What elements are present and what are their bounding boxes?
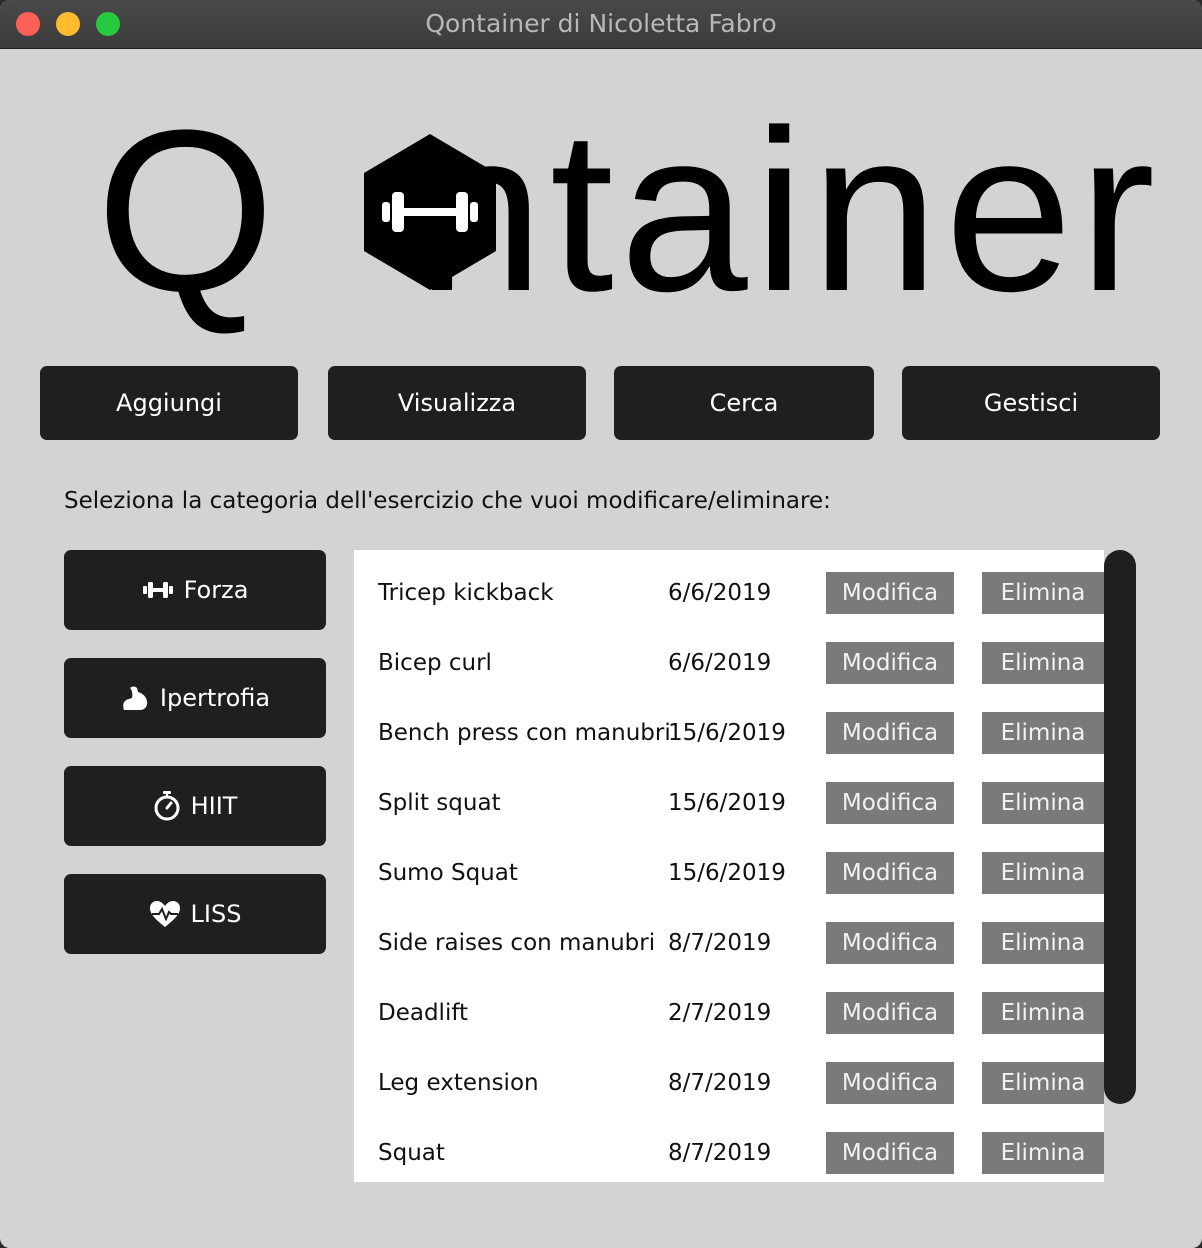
logo-wordmark: Qntainer — [96, 96, 1161, 326]
exercise-name: Squat — [378, 1140, 445, 1166]
exercise-date: 8/7/2019 — [668, 1070, 772, 1096]
table-row: Squat 8/7/2019 Modifica Elimina — [354, 1118, 1104, 1182]
delete-button[interactable]: Elimina — [982, 1062, 1104, 1104]
exercise-date: 15/6/2019 — [668, 860, 786, 886]
exercise-name: Bench press con manubri — [378, 720, 671, 746]
view-button[interactable]: Visualizza — [328, 366, 586, 440]
exercise-name: Sumo Squat — [378, 860, 518, 886]
category-label: LISS — [190, 900, 242, 928]
hexagon-dumbbell-icon — [364, 134, 496, 290]
logo-letter-q: Q — [96, 82, 281, 339]
dumbbell-icon — [142, 582, 173, 598]
table-row: Bench press con manubri 15/6/2019 Modifica… — [354, 698, 1104, 768]
exercise-list: Tricep kickback 6/6/2019 Modifica Elimina Bi… — [354, 550, 1104, 1182]
delete-button[interactable]: Elimina — [982, 1132, 1104, 1174]
edit-button[interactable]: Modifica — [826, 572, 954, 614]
exercise-name: Side raises con manubri — [378, 930, 656, 956]
exercise-name: Tricep kickback — [378, 580, 554, 606]
edit-button[interactable]: Modifica — [826, 852, 954, 894]
category-label: HIIT — [190, 792, 238, 820]
add-button[interactable]: Aggiungi — [40, 366, 298, 440]
table-row: Deadlift 2/7/2019 Modifica Elimina — [354, 978, 1104, 1048]
qontainer-logo: Qntainer — [96, 96, 1155, 326]
exercise-name: Split squat — [378, 790, 501, 816]
edit-button[interactable]: Modifica — [826, 922, 954, 964]
edit-button[interactable]: Modifica — [826, 992, 954, 1034]
exercise-date: 15/6/2019 — [668, 720, 786, 746]
flexed-arm-icon — [123, 686, 148, 710]
edit-button[interactable]: Modifica — [826, 712, 954, 754]
category-liss-button[interactable]: LISS — [64, 874, 326, 954]
logo-letters-ntainer: ntainer — [415, 82, 1162, 339]
delete-button[interactable]: Elimina — [982, 992, 1104, 1034]
category-forza-button[interactable]: Forza — [64, 550, 326, 630]
edit-button[interactable]: Modifica — [826, 1062, 954, 1104]
exercise-name: Bicep curl — [378, 650, 492, 676]
heart-pulse-icon — [149, 901, 180, 927]
exercise-date: 8/7/2019 — [668, 930, 772, 956]
instruction-text: Seleziona la categoria dell'esercizio ch… — [64, 488, 831, 514]
edit-button[interactable]: Modifica — [826, 782, 954, 824]
category-label: Ipertrofia — [159, 684, 271, 712]
app-window: Qontainer di Nicoletta Fabro Qntainer Ag… — [0, 0, 1202, 1248]
search-button[interactable]: Cerca — [614, 366, 874, 440]
title-bar: Qontainer di Nicoletta Fabro — [0, 0, 1202, 49]
delete-button[interactable]: Elimina — [982, 782, 1104, 824]
delete-button[interactable]: Elimina — [982, 642, 1104, 684]
table-row: Tricep kickback 6/6/2019 Modifica Elimina — [354, 558, 1104, 628]
table-row: Split squat 15/6/2019 Modifica Elimina — [354, 768, 1104, 838]
exercise-name: Deadlift — [378, 1000, 469, 1026]
edit-button[interactable]: Modifica — [826, 642, 954, 684]
category-ipertrofia-button[interactable]: Ipertrofia — [64, 658, 326, 738]
table-row: Leg extension 8/7/2019 Modifica Elimina — [354, 1048, 1104, 1118]
delete-button[interactable]: Elimina — [982, 852, 1104, 894]
edit-button[interactable]: Modifica — [826, 1132, 954, 1174]
exercise-date: 6/6/2019 — [668, 650, 772, 676]
table-row: Sumo Squat 15/6/2019 Modifica Elimina — [354, 838, 1104, 908]
scrollbar[interactable] — [1104, 550, 1136, 1104]
exercise-date: 15/6/2019 — [668, 790, 786, 816]
table-row: Bicep curl 6/6/2019 Modifica Elimina — [354, 628, 1104, 698]
delete-button[interactable]: Elimina — [982, 712, 1104, 754]
exercise-date: 8/7/2019 — [668, 1140, 772, 1166]
category-hiit-button[interactable]: HIIT — [64, 766, 326, 846]
window-title: Qontainer di Nicoletta Fabro — [425, 9, 777, 38]
exercise-date: 6/6/2019 — [668, 580, 772, 606]
delete-button[interactable]: Elimina — [982, 922, 1104, 964]
exercise-name: Leg extension — [378, 1070, 539, 1096]
delete-button[interactable]: Elimina — [982, 572, 1104, 614]
category-label: Forza — [183, 576, 249, 604]
exercise-date: 2/7/2019 — [668, 1000, 772, 1026]
manage-button[interactable]: Gestisci — [902, 366, 1160, 440]
stopwatch-icon — [154, 791, 180, 821]
table-row: Side raises con manubri 8/7/2019 Modifica E… — [354, 908, 1104, 978]
